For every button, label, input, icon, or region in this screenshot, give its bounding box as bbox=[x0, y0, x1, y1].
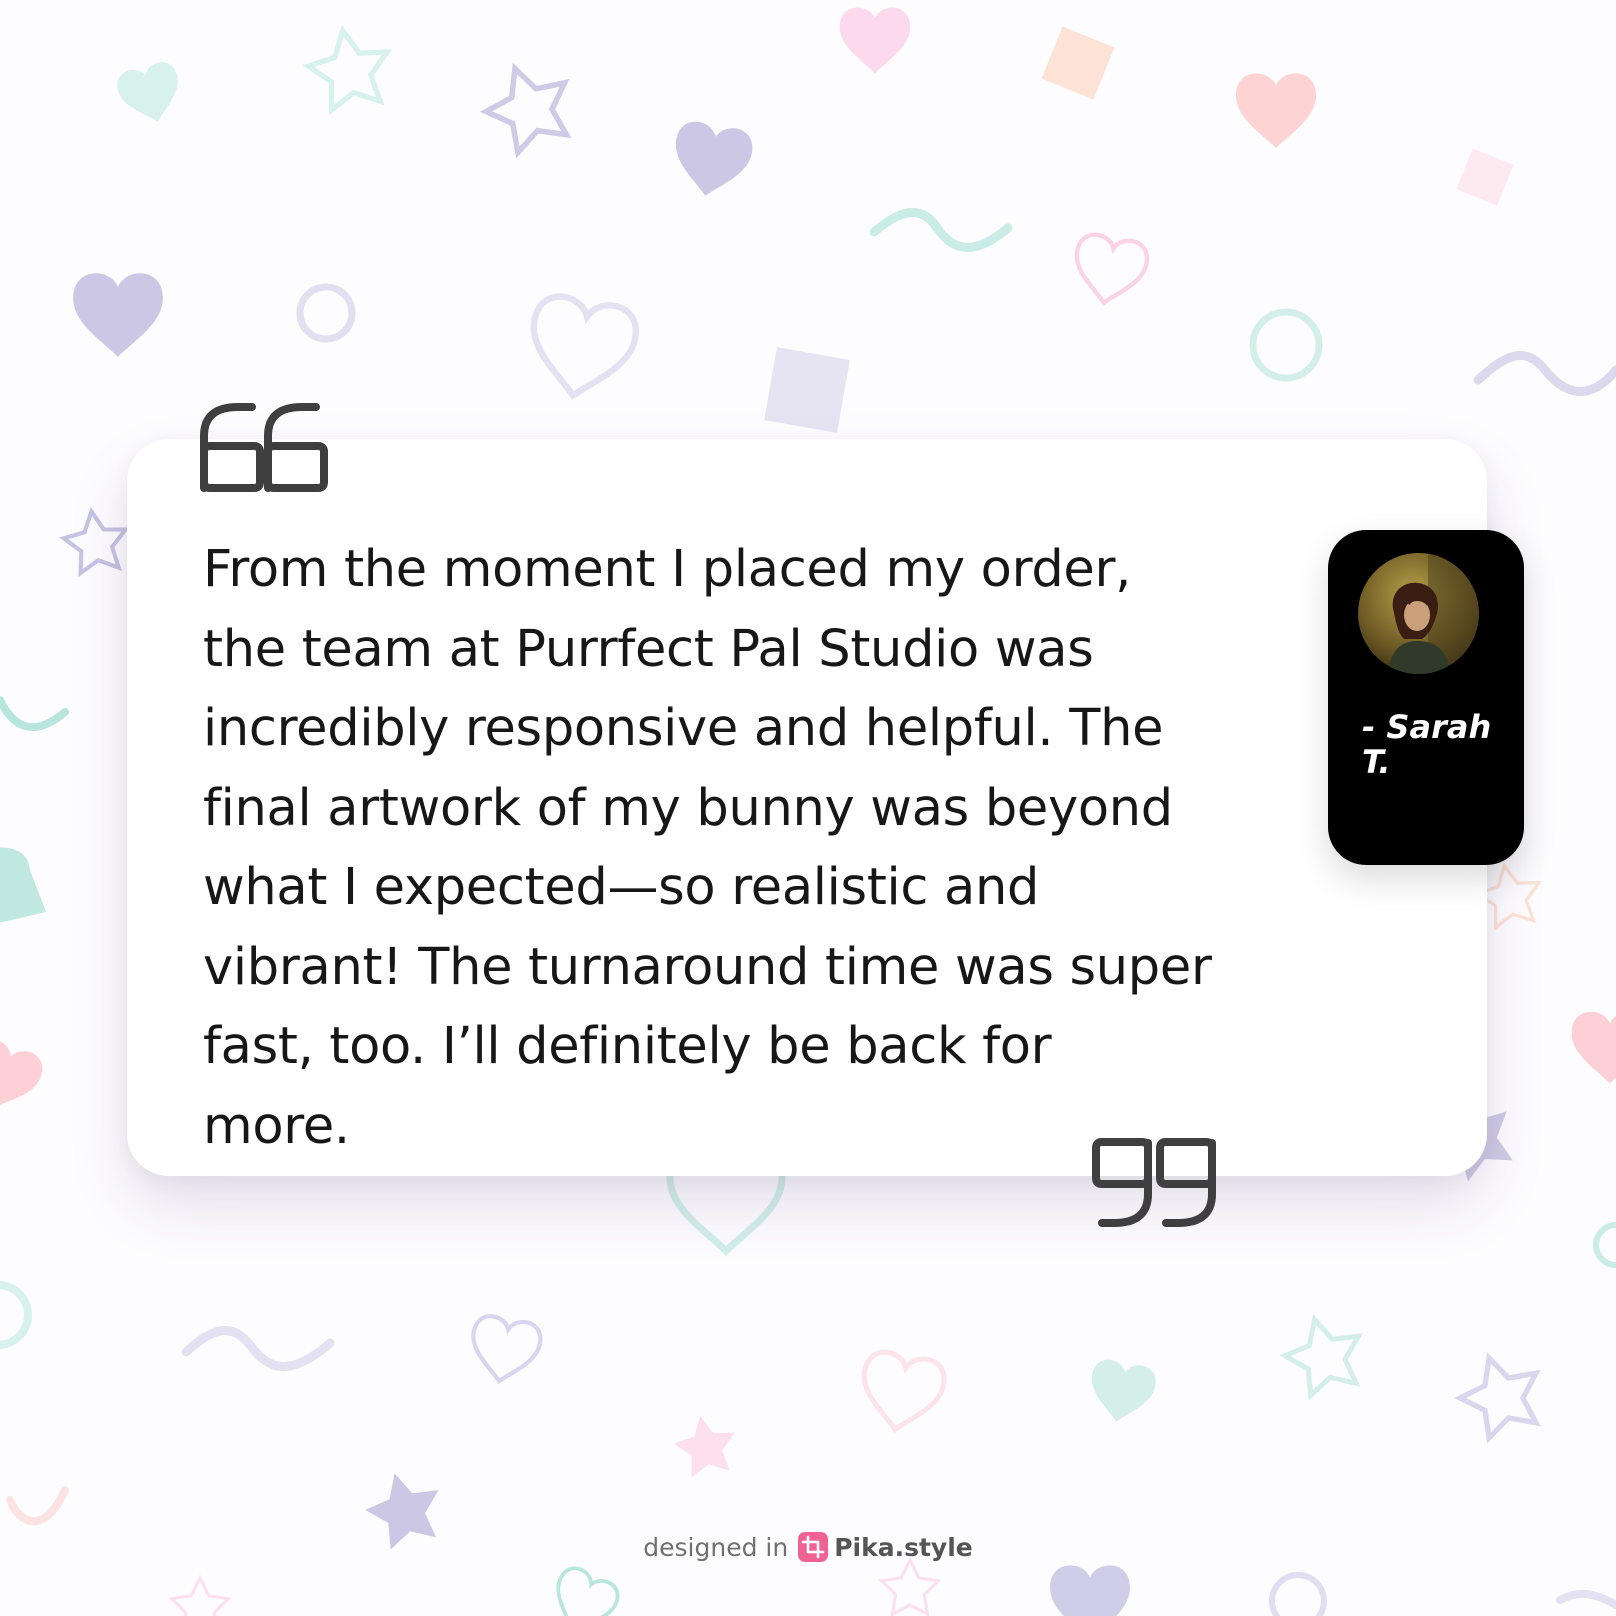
testimonial-text: From the moment I placed my order, the t… bbox=[203, 540, 1212, 1156]
author-name: - Sarah T. bbox=[1362, 708, 1492, 781]
avatar bbox=[1358, 553, 1479, 674]
watermark[interactable]: designed in Pika.style bbox=[0, 1532, 1616, 1562]
author-card: - Sarah T. bbox=[1328, 530, 1524, 865]
crop-icon bbox=[798, 1532, 829, 1562]
watermark-prefix: designed in bbox=[643, 1533, 789, 1562]
brand-name: Pika.style bbox=[834, 1533, 973, 1562]
open-quote-icon bbox=[200, 403, 328, 492]
